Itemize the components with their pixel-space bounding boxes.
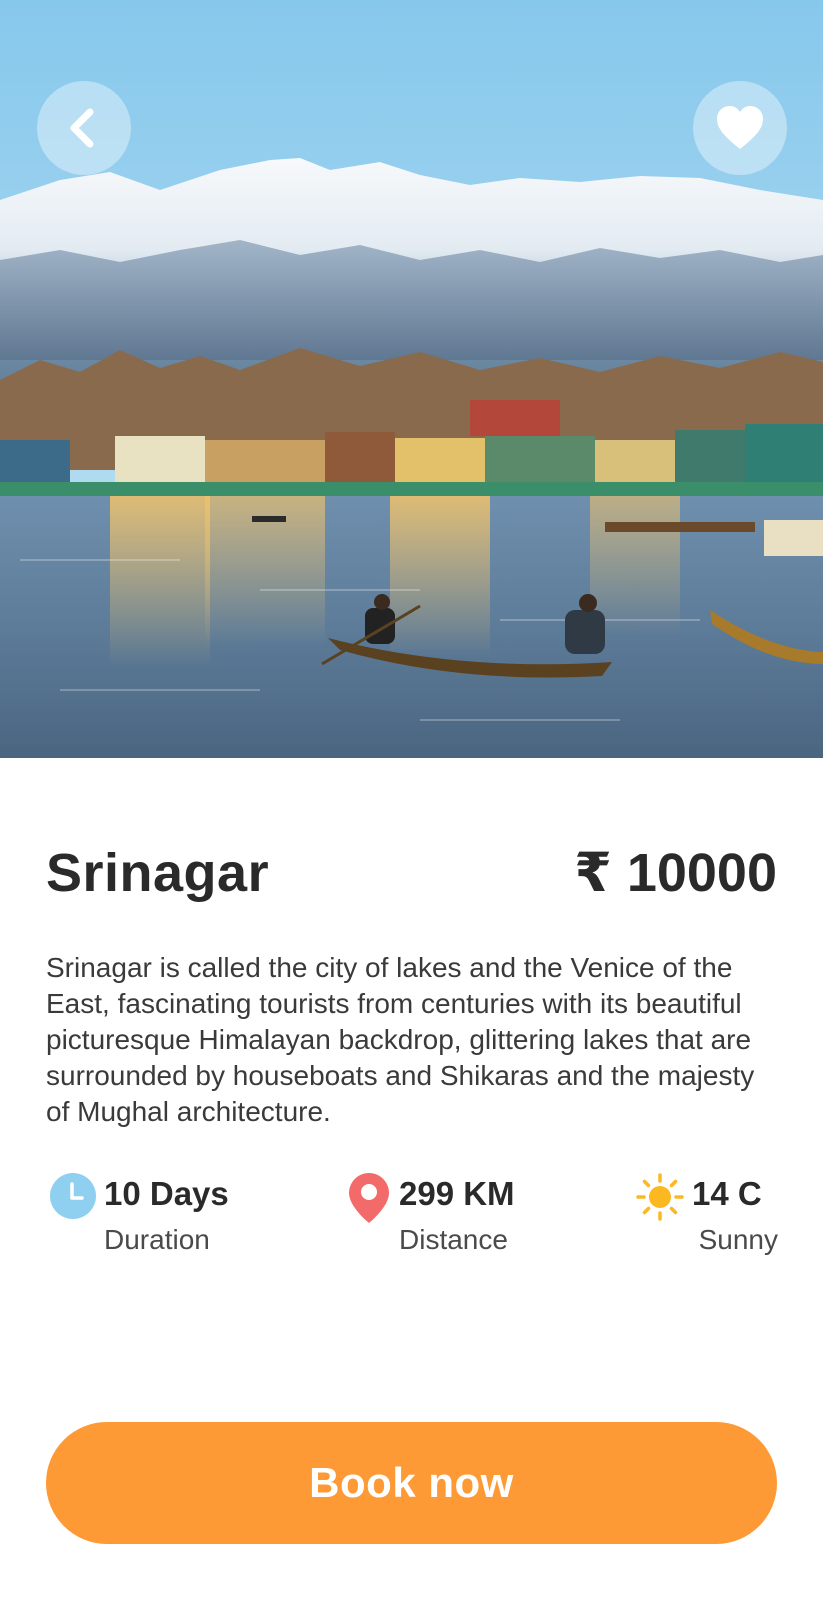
weather-value: 14 C bbox=[692, 1175, 762, 1212]
distance-label: Distance bbox=[399, 1224, 508, 1255]
heart-icon bbox=[717, 106, 763, 149]
favorite-button[interactable] bbox=[693, 81, 787, 175]
weather-stat: 14 C Sunny bbox=[636, 1170, 778, 1270]
hero-image bbox=[0, 0, 823, 758]
clock-icon bbox=[50, 1173, 96, 1224]
location-pin-icon bbox=[349, 1173, 389, 1228]
distance-value: 299 KM bbox=[399, 1175, 515, 1212]
duration-label: Duration bbox=[104, 1224, 210, 1255]
destination-title: Srinagar bbox=[46, 843, 270, 903]
destination-detail-screen: Srinagar ₹ 10000 Srinagar is called the … bbox=[0, 0, 823, 1600]
duration-value: 10 Days bbox=[104, 1175, 229, 1212]
sun-icon bbox=[636, 1173, 684, 1226]
destination-description: Srinagar is called the city of lakes and… bbox=[46, 952, 755, 1127]
back-button[interactable] bbox=[37, 81, 131, 175]
distance-stat: 299 KM Distance bbox=[349, 1170, 549, 1270]
chevron-left-icon bbox=[70, 108, 94, 148]
duration-stat: 10 Days Duration bbox=[50, 1170, 270, 1270]
weather-label: Sunny bbox=[698, 1224, 778, 1255]
book-now-button[interactable]: Book now bbox=[46, 1422, 777, 1544]
price-label: ₹ 10000 bbox=[574, 843, 777, 903]
